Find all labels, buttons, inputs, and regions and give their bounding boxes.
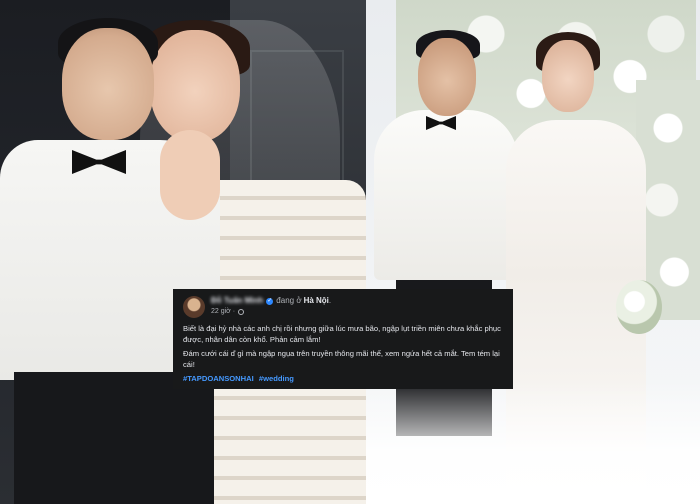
- wedding-photo-right: [366, 0, 700, 504]
- bride-face: [150, 30, 240, 142]
- period: .: [328, 296, 332, 305]
- composite-image: Đỗ Tuấn Minh ✓ đang ở Hà Nội. 22 giờ · B…: [0, 0, 700, 504]
- facebook-post-card: Đỗ Tuấn Minh ✓ đang ở Hà Nội. 22 giờ · B…: [173, 289, 513, 389]
- hashtag-link[interactable]: #wedding: [259, 374, 294, 383]
- post-body: Biết là đại hỷ nhà các anh chị rồi nhưng…: [183, 324, 503, 370]
- post-paragraph: Đám cưới cái ď gì mà ngập ngụa trên truy…: [183, 349, 500, 369]
- author-line: Đỗ Tuấn Minh ✓ đang ở Hà Nội.: [211, 296, 331, 306]
- stage-fog: [366, 380, 700, 504]
- groom-pants: [14, 372, 214, 504]
- post-header: Đỗ Tuấn Minh ✓ đang ở Hà Nội. 22 giờ ·: [183, 296, 503, 318]
- groom-white-jacket: [374, 110, 518, 280]
- status-text: đang ở: [276, 296, 302, 305]
- groom-face: [62, 28, 154, 140]
- bride-arm: [160, 130, 220, 220]
- globe-icon: [238, 308, 245, 315]
- hashtag-link[interactable]: #TAPDOANSONHAI: [183, 374, 254, 383]
- bride-face: [542, 40, 594, 112]
- post-meta: 22 giờ ·: [211, 307, 331, 316]
- bridal-bouquet: [616, 280, 662, 334]
- post-timestamp[interactable]: 22 giờ: [211, 307, 231, 316]
- author-avatar[interactable]: [183, 296, 205, 318]
- post-header-text: Đỗ Tuấn Minh ✓ đang ở Hà Nội. 22 giờ ·: [211, 296, 331, 316]
- wedding-photo-left: [0, 0, 366, 504]
- verified-badge-icon: ✓: [266, 297, 274, 305]
- author-name[interactable]: Đỗ Tuấn Minh: [211, 296, 263, 306]
- location-link[interactable]: Hà Nội: [304, 296, 329, 306]
- groom-face: [418, 38, 476, 116]
- post-paragraph: Biết là đại hỷ nhà các anh chị rồi nhưng…: [183, 324, 501, 344]
- hashtag-list: #TAPDOANSONHAI #wedding: [183, 374, 503, 384]
- separator: ·: [230, 308, 236, 315]
